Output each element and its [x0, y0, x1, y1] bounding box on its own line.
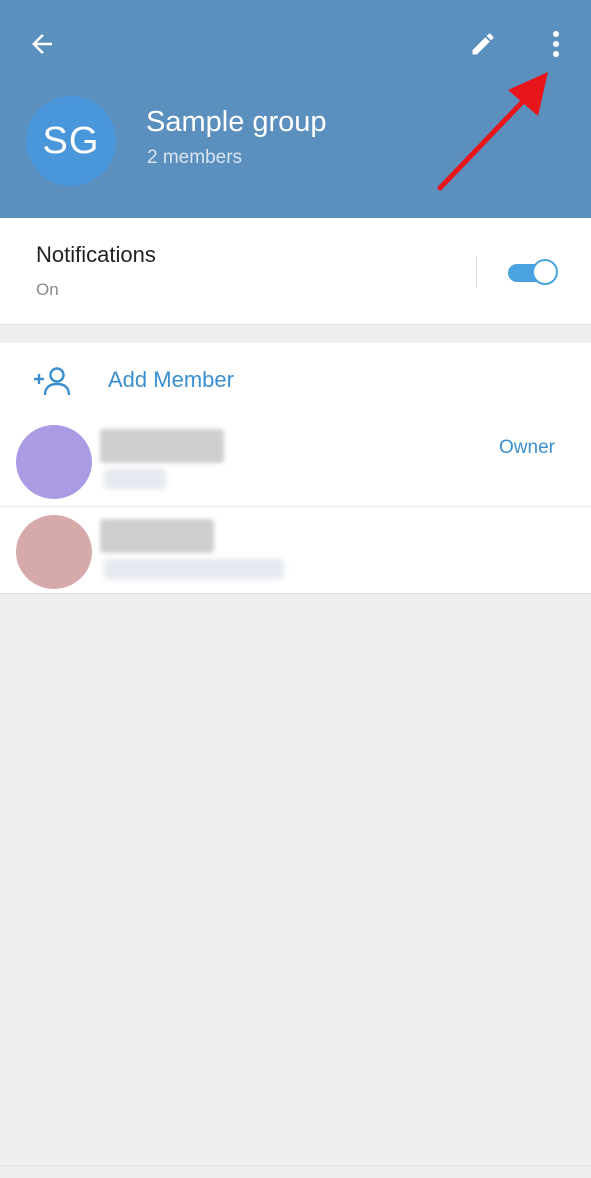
toggle-knob: [532, 259, 558, 285]
notifications-label: Notifications: [36, 242, 156, 267]
member-count: 2 members: [147, 147, 243, 168]
pencil-icon: [472, 33, 494, 55]
red-arrow-annotation-icon: [437, 72, 548, 191]
member-status-redacted: [104, 469, 166, 489]
member-avatar: [16, 425, 92, 499]
owner-badge: Owner: [499, 437, 555, 458]
edit-button[interactable]: [462, 26, 504, 62]
bottom-divider: [0, 1165, 591, 1166]
group-title: Sample group: [146, 106, 327, 138]
member-row[interactable]: Owner: [0, 423, 591, 511]
back-arrow-icon: [32, 34, 52, 54]
member-avatar: [16, 515, 92, 589]
divider: [476, 256, 477, 288]
add-member-button[interactable]: Add Member: [0, 343, 591, 419]
group-header: SG Sample group 2 members: [0, 0, 591, 218]
more-options-button[interactable]: [536, 24, 576, 64]
notifications-status: On: [36, 280, 59, 299]
member-name-redacted: [100, 429, 224, 463]
add-user-icon: [34, 367, 71, 396]
more-vertical-icon: [553, 31, 559, 57]
notifications-toggle[interactable]: [508, 258, 559, 286]
group-avatar[interactable]: SG: [26, 96, 116, 186]
member-status-redacted: [104, 559, 284, 579]
back-button[interactable]: [22, 26, 62, 62]
add-member-label: Add Member: [108, 367, 234, 392]
members-section: Add Member Owner: [0, 343, 591, 594]
member-row[interactable]: [0, 506, 591, 595]
member-name-redacted: [100, 519, 214, 553]
notifications-row[interactable]: Notifications On: [0, 218, 591, 325]
